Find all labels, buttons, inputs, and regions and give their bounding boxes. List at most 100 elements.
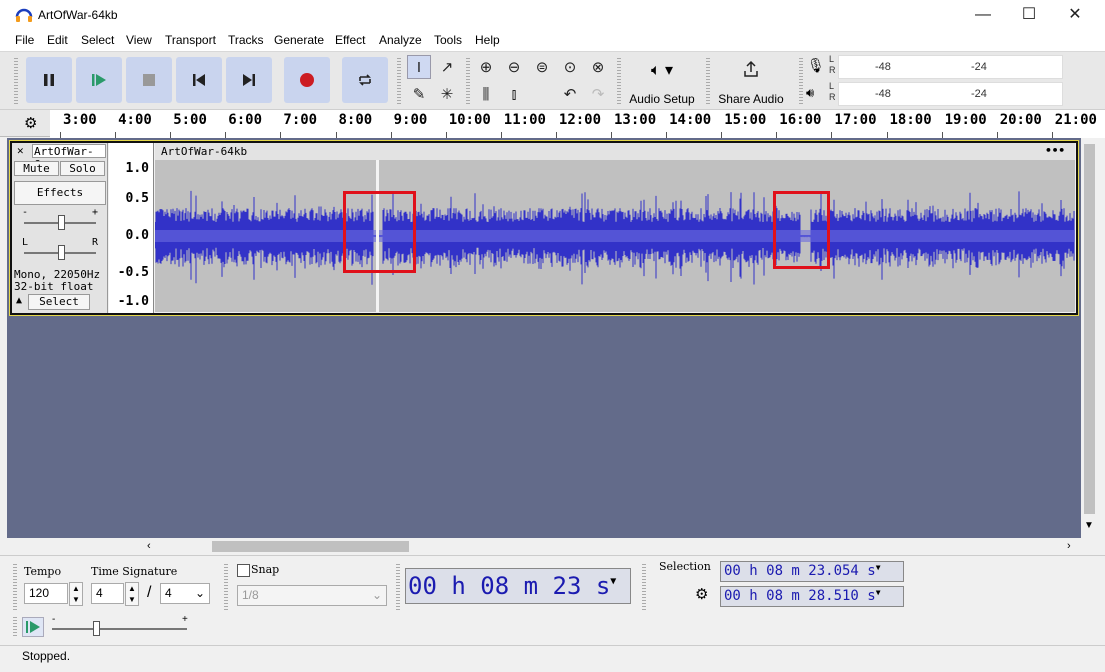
track-name-menu[interactable]: ArtOfWar-6▼ <box>32 144 106 171</box>
time-format-dropdown-icon[interactable]: ▼ <box>610 576 616 587</box>
audio-setup-button[interactable]: 🔈︎ ▾ Audio Setup <box>626 56 698 106</box>
snap-checkbox[interactable] <box>237 564 250 577</box>
record-icon <box>300 73 314 87</box>
selection-settings-icon[interactable]: ⚙︎ <box>695 585 708 603</box>
playback-meter[interactable]: L R -48 -24 <box>828 81 1078 106</box>
minimize-button[interactable]: — <box>960 0 1006 31</box>
menu-effect[interactable]: Effect <box>335 33 365 47</box>
tools-grip[interactable] <box>397 58 401 104</box>
meter-grip[interactable] <box>799 58 803 104</box>
fit-selection-icon: ⊜ <box>535 59 549 76</box>
stop-button[interactable] <box>126 57 172 103</box>
speed-slider-track[interactable] <box>52 628 187 630</box>
selection-end-time[interactable]: 00 h 08 m 28.510 s▼ <box>720 586 904 607</box>
timeline-tick-label: 11:00 <box>503 112 546 128</box>
timeline-settings-icon[interactable]: ⚙︎ <box>24 114 37 132</box>
solo-button[interactable]: Solo <box>60 161 105 176</box>
record-meter[interactable]: L R -48 -24 <box>828 54 1078 79</box>
trim-audio-button[interactable]: ⫼ <box>474 82 498 106</box>
zoom-in-button[interactable]: ⊕ <box>474 55 498 79</box>
scroll-right-icon[interactable]: › <box>1067 540 1071 552</box>
record-meter-scale: -48 -24 <box>838 55 1063 79</box>
start-format-dropdown-icon[interactable]: ▼ <box>876 563 881 572</box>
vertical-scroll-thumb[interactable] <box>1084 144 1095 514</box>
speaker-meter-icon[interactable]: 🔊︎ <box>806 85 814 101</box>
end-format-dropdown-icon[interactable]: ▼ <box>876 588 881 597</box>
pan-left-label: L <box>22 237 29 248</box>
clip-menu-icon[interactable]: ••• <box>1045 144 1065 157</box>
track-close-button[interactable]: ✕ <box>17 144 24 157</box>
time-display[interactable]: 00 h 08 m 23 s▼ <box>405 568 631 604</box>
close-button[interactable]: ✕ <box>1052 0 1098 31</box>
play-button[interactable] <box>76 57 122 103</box>
vertical-scrollbar[interactable]: ▼ <box>1081 138 1098 538</box>
silence-audio-button[interactable]: ⫾ <box>502 82 526 106</box>
microphone-icon[interactable]: 🎙︎ <box>807 57 825 74</box>
selection-tool-button[interactable]: I <box>407 55 431 79</box>
multi-tool-button[interactable]: ✳ <box>435 82 459 106</box>
envelope-tool-button[interactable]: ↗ <box>435 55 459 79</box>
amplitude-scale[interactable]: 1.0 0.5 0.0 -0.5 -1.0 <box>109 143 154 313</box>
undo-button[interactable]: ↶ <box>558 82 582 106</box>
stop-icon <box>143 74 155 86</box>
select-track-button[interactable]: Select <box>28 294 90 310</box>
record-button[interactable] <box>284 57 330 103</box>
audio-setup-grip[interactable] <box>617 58 621 104</box>
tempo-input[interactable]: 120 <box>24 583 68 604</box>
scroll-left-icon[interactable]: ‹ <box>147 540 151 552</box>
menu-transport[interactable]: Transport <box>165 33 216 47</box>
timeline-ticks[interactable]: 3:00 4:00 5:00 6:00 7:00 8:00 9:00 10:00 11:00 12… <box>50 110 1105 138</box>
horizontal-scrollbar[interactable]: ‹ › <box>7 538 1081 555</box>
horizontal-scroll-thumb[interactable] <box>212 541 409 552</box>
scroll-down-icon[interactable]: ▼ <box>1084 520 1094 531</box>
collapse-track-icon[interactable]: ▲ <box>16 295 22 306</box>
zoom-out-button[interactable]: ⊖ <box>502 55 526 79</box>
menu-tools[interactable]: Tools <box>434 33 462 47</box>
snap-grip[interactable] <box>224 564 228 612</box>
toolbar-grip[interactable] <box>14 58 18 104</box>
redo-button[interactable]: ↷ <box>586 82 610 106</box>
numerator-stepper[interactable]: ▲ ▼ <box>125 582 139 606</box>
time-signature-denominator[interactable]: 4 ⌄ <box>160 583 210 604</box>
skip-to-start-button[interactable] <box>176 57 222 103</box>
play-at-speed-button[interactable] <box>22 617 44 637</box>
loop-button[interactable] <box>342 57 388 103</box>
maximize-button[interactable]: ☐ <box>1006 0 1052 31</box>
timeline-tick-label: 12:00 <box>558 112 602 128</box>
zoom-toggle-button[interactable]: ⊗ <box>586 55 610 79</box>
pan-slider-thumb[interactable] <box>58 245 65 260</box>
menu-generate[interactable]: Generate <box>274 33 324 47</box>
menu-edit[interactable]: Edit <box>47 33 68 47</box>
selection-grip[interactable] <box>642 564 646 612</box>
fit-project-button[interactable]: ⊙ <box>558 55 582 79</box>
timeline-tick-label: 13:00 <box>614 112 657 128</box>
gain-slider-thumb[interactable] <box>58 215 65 230</box>
tempo-stepper[interactable]: ▲ ▼ <box>69 582 83 606</box>
menu-file[interactable]: File <box>15 33 34 47</box>
speed-plus-label: + <box>182 614 188 625</box>
skip-to-end-button[interactable] <box>226 57 272 103</box>
time-signature-numerator[interactable]: 4 <box>91 583 124 604</box>
fit-selection-button[interactable]: ⊜ <box>530 55 554 79</box>
menu-select[interactable]: Select <box>81 33 114 47</box>
time-signature-grip[interactable] <box>13 564 17 612</box>
edit-grip[interactable] <box>466 58 470 104</box>
play-at-speed-grip[interactable] <box>13 617 17 637</box>
snap-select[interactable]: 1/8 ⌄ <box>237 585 387 606</box>
clip-header[interactable]: ArtOfWar-64kb ••• <box>155 143 1075 160</box>
menu-view[interactable]: View <box>126 33 152 47</box>
selection-start-time[interactable]: 00 h 08 m 23.054 s▼ <box>720 561 904 582</box>
menu-analyze[interactable]: Analyze <box>379 33 422 47</box>
time-grip[interactable] <box>396 564 400 612</box>
share-grip[interactable] <box>706 58 710 104</box>
waveform-view[interactable] <box>154 160 1075 312</box>
effects-button[interactable]: Effects <box>14 181 106 205</box>
share-audio-button[interactable]: Share Audio <box>714 56 788 106</box>
menu-tracks[interactable]: Tracks <box>228 33 264 47</box>
pause-button[interactable] <box>26 57 72 103</box>
speed-slider-thumb[interactable] <box>93 621 100 636</box>
timeline-ruler[interactable]: ⚙︎ 3:00 4:00 5:00 6:00 7:00 8:00 9:00 10:00 11:0… <box>0 109 1105 138</box>
mute-button[interactable]: Mute <box>14 161 59 176</box>
menu-help[interactable]: Help <box>475 33 500 47</box>
draw-tool-button[interactable]: ✎ <box>407 82 431 106</box>
